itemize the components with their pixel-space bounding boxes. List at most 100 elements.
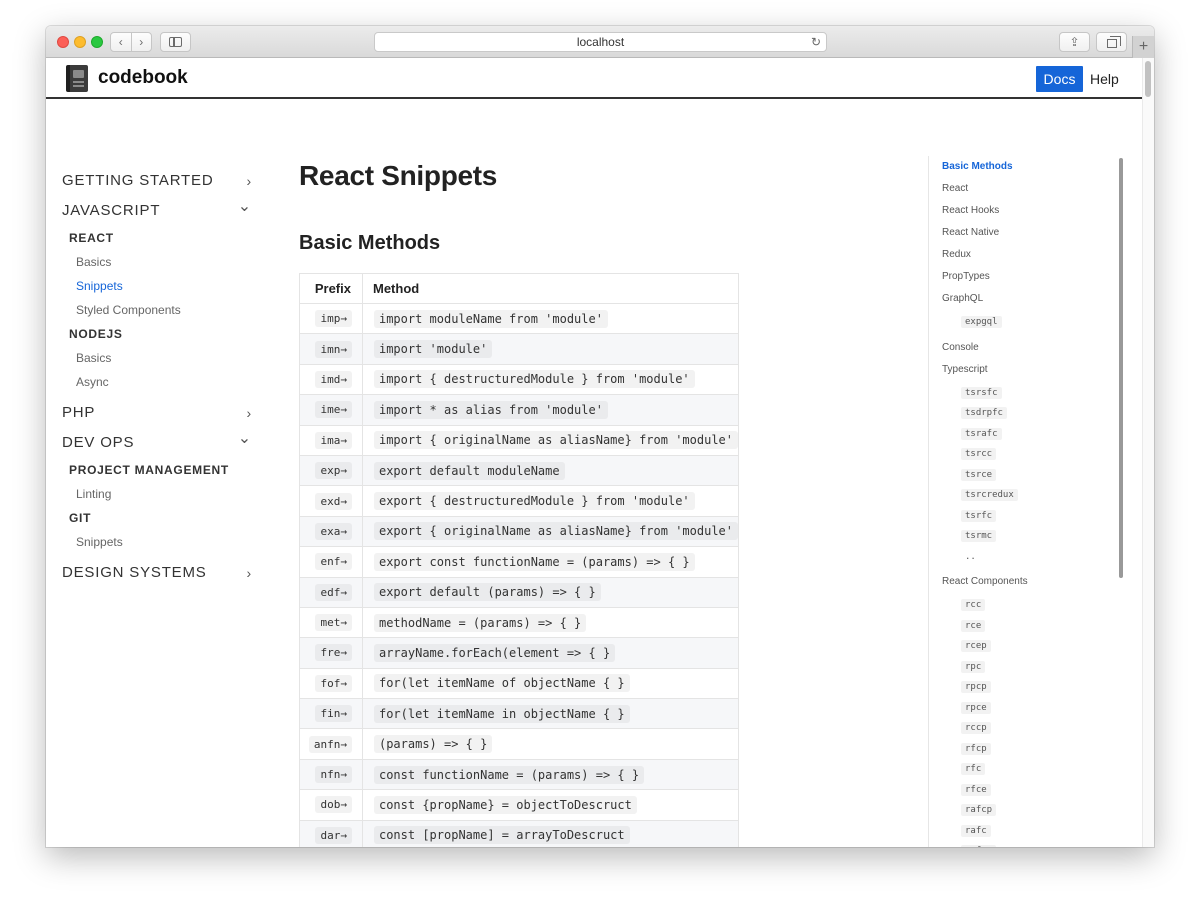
toc-sublink[interactable]: rafcp bbox=[929, 798, 1108, 819]
minimize-window-button[interactable] bbox=[74, 36, 86, 48]
toc-sublink[interactable]: rccp bbox=[929, 716, 1108, 737]
toc-link-redux[interactable]: Redux bbox=[929, 244, 1108, 266]
toc-sublink[interactable]: tsrcredux bbox=[929, 483, 1108, 504]
sidebar-item-async[interactable]: Async bbox=[62, 370, 252, 394]
snippet-method: export const functionName = (params) => … bbox=[362, 546, 739, 578]
toc-sublink[interactable]: tsrafc bbox=[929, 422, 1108, 443]
toc-sublink-code: rafc bbox=[961, 824, 991, 837]
close-window-button[interactable] bbox=[57, 36, 69, 48]
toc-sublink-code: rccp bbox=[961, 722, 991, 734]
toc-link-react-hooks[interactable]: React Hooks bbox=[929, 200, 1108, 222]
toc-scrollbar-thumb[interactable] bbox=[1119, 158, 1123, 578]
sidebar-item-basics[interactable]: Basics bbox=[62, 346, 252, 370]
snippet-prefix: nfn→ bbox=[299, 759, 363, 791]
toc-link-react-native[interactable]: React Native bbox=[929, 222, 1108, 244]
toc-link-basic-methods[interactable]: Basic Methods bbox=[929, 156, 1108, 178]
page-scrollbar[interactable] bbox=[1142, 58, 1154, 847]
nav-docs-link[interactable]: Docs bbox=[1036, 66, 1083, 92]
toc-sublink[interactable]: .. bbox=[929, 545, 1108, 566]
toc-sublink[interactable]: tsrcc bbox=[929, 442, 1108, 463]
method-code: methodName = (params) => { } bbox=[373, 613, 587, 632]
toc-sublink[interactable]: rfc bbox=[929, 757, 1108, 778]
toc-sublink-code: rafcp bbox=[961, 804, 997, 816]
toc-sublink[interactable]: tsrsfc bbox=[929, 381, 1108, 402]
share-icon: ⇪ bbox=[1069, 35, 1080, 49]
sidebar-group-git[interactable]: GIT bbox=[62, 506, 252, 530]
back-icon[interactable]: ‹ bbox=[111, 36, 131, 48]
toc-sublink[interactable]: tsrce bbox=[929, 463, 1108, 484]
toc-link-react[interactable]: React bbox=[929, 178, 1108, 200]
new-tab-button[interactable]: + bbox=[1132, 36, 1154, 58]
toc-sublink[interactable]: rafc bbox=[929, 819, 1108, 840]
address-bar[interactable]: localhost ↻ bbox=[374, 32, 827, 52]
sidebar-section-design-systems[interactable]: DESIGN SYSTEMS › bbox=[62, 558, 252, 588]
toc-sublink[interactable]: rfcp bbox=[929, 737, 1108, 758]
prefix-code: exd→ bbox=[315, 492, 352, 510]
toc-sublink[interactable]: tsdrpfc bbox=[929, 401, 1108, 422]
prefix-code: dar→ bbox=[315, 826, 352, 844]
table-row: imn→ import 'module' bbox=[299, 333, 739, 365]
snippet-prefix: fof→ bbox=[299, 668, 363, 700]
sidebar-section-php[interactable]: PHP › bbox=[62, 398, 252, 428]
toc-sublink[interactable]: tsrfc bbox=[929, 504, 1108, 525]
sidebar-item-styled-components[interactable]: Styled Components bbox=[62, 298, 252, 322]
sidebar-item-basics[interactable]: Basics bbox=[62, 250, 252, 274]
toc-link-console[interactable]: Console bbox=[929, 337, 1108, 359]
toc-sublink[interactable]: tsrmc bbox=[929, 524, 1108, 545]
toc-link-proptypes[interactable]: PropTypes bbox=[929, 266, 1108, 288]
table-row: nfn→ const functionName = (params) => { } bbox=[299, 759, 739, 791]
toc-sublink[interactable]: rafce bbox=[929, 839, 1108, 847]
page-scrollbar-thumb[interactable] bbox=[1145, 61, 1151, 97]
method-code: import moduleName from 'module' bbox=[373, 309, 608, 328]
sidebar-item-linting[interactable]: Linting bbox=[62, 482, 252, 506]
toc-sublink[interactable]: expgql bbox=[929, 310, 1108, 331]
show-tabs-button[interactable] bbox=[1096, 32, 1127, 52]
snippet-prefix: anfn→ bbox=[299, 728, 363, 760]
zoom-window-button[interactable] bbox=[91, 36, 103, 48]
toc-sublink[interactable]: rcc bbox=[929, 593, 1108, 614]
toc-sublink[interactable]: rfce bbox=[929, 778, 1108, 799]
nav-help-link[interactable]: Help bbox=[1090, 71, 1119, 87]
toc-sublink-code: rfce bbox=[961, 783, 991, 796]
toc-link-graphql[interactable]: GraphQL bbox=[929, 288, 1108, 310]
sidebar-group-nodejs[interactable]: NODEJS bbox=[62, 322, 252, 346]
prefix-code: met→ bbox=[315, 614, 352, 632]
chevron-down-icon[interactable]: ⌄ bbox=[238, 424, 252, 454]
snippet-prefix: fre→ bbox=[299, 637, 363, 669]
prefix-code: exa→ bbox=[315, 522, 352, 540]
sidebar-group-react[interactable]: REACT bbox=[62, 226, 252, 250]
reload-icon[interactable]: ↻ bbox=[811, 35, 821, 49]
share-button[interactable]: ⇪ bbox=[1059, 32, 1090, 52]
toc-sublink[interactable]: rpc bbox=[929, 655, 1108, 676]
chevron-down-icon[interactable]: ⌄ bbox=[238, 192, 252, 222]
method-code: for(let itemName in objectName { } bbox=[373, 704, 630, 723]
prefix-code: imn→ bbox=[315, 340, 352, 358]
toc-sublink[interactable]: rpce bbox=[929, 696, 1108, 717]
sidebar-group-project-management[interactable]: PROJECT MANAGEMENT bbox=[62, 458, 252, 482]
table-row: enf→ export const functionName = (params)… bbox=[299, 546, 739, 578]
toc-sublink[interactable]: rcep bbox=[929, 634, 1108, 655]
sidebar-section-javascript[interactable]: JAVASCRIPT ⌄ bbox=[62, 196, 252, 226]
table-row: met→ methodName = (params) => { } bbox=[299, 607, 739, 639]
sidebar-item-snippets[interactable]: Snippets bbox=[62, 274, 252, 298]
table-row: imd→ import { destructuredModule } from '… bbox=[299, 364, 739, 396]
sidebar-toggle-button[interactable] bbox=[160, 32, 191, 52]
toc-link-typescript[interactable]: Typescript bbox=[929, 359, 1108, 381]
snippet-prefix: edf→ bbox=[299, 577, 363, 608]
toc-link-react-components[interactable]: React Components bbox=[929, 571, 1108, 593]
toc-sublink[interactable]: rpcp bbox=[929, 675, 1108, 696]
snippet-method: import 'module' bbox=[362, 333, 739, 365]
sidebar-item-snippets[interactable]: Snippets bbox=[62, 530, 252, 554]
table-header-row: Prefix Method bbox=[299, 273, 739, 304]
sidebar-section-getting-started[interactable]: GETTING STARTED › bbox=[62, 166, 252, 196]
notebook-icon[interactable] bbox=[66, 65, 88, 92]
site-logo[interactable]: codebook bbox=[98, 67, 188, 89]
docs-sidebar: GETTING STARTED › JAVASCRIPT ⌄ REACT Basics Sn… bbox=[62, 166, 252, 588]
chevron-right-icon[interactable]: › bbox=[247, 558, 252, 588]
snippet-prefix: exp→ bbox=[299, 455, 363, 487]
toc-sublink[interactable]: rce bbox=[929, 614, 1108, 635]
forward-icon[interactable]: › bbox=[131, 36, 151, 48]
toc-sublink-code: tsrafc bbox=[961, 427, 1002, 440]
sidebar-section-dev-ops[interactable]: DEV OPS ⌄ bbox=[62, 428, 252, 458]
method-code: const {propName} = objectToDescruct bbox=[373, 795, 637, 814]
